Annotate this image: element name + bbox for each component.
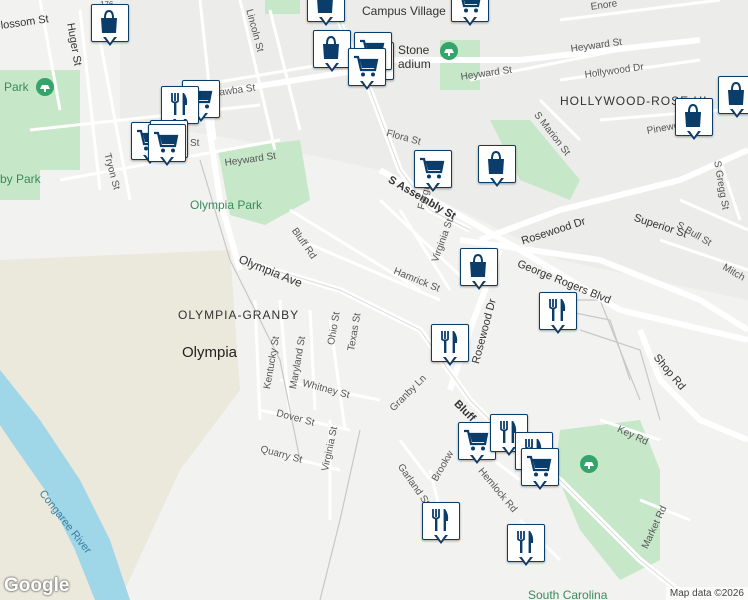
map-marker[interactable] [539, 292, 577, 338]
shopping-cart-icon [527, 455, 552, 477]
google-logo: Google [4, 575, 70, 596]
shopping-bag-icon [728, 81, 744, 105]
park-label: Olympia Park [190, 198, 263, 212]
shopping-cart-icon [420, 157, 445, 179]
map-marker[interactable] [478, 145, 516, 191]
map-marker[interactable] [148, 124, 186, 170]
place-label: South Carolina [528, 588, 608, 600]
shopping-bag-icon [488, 150, 504, 174]
neighborhood-label: OLYMPIA-GRANBY [178, 308, 300, 322]
map-marker[interactable] [422, 502, 460, 548]
map-attribution[interactable]: Map data ©2026 [665, 587, 748, 600]
map-marker[interactable] [348, 48, 386, 94]
place-label: Campus Village [362, 4, 446, 18]
park-label: Park [4, 80, 29, 94]
restaurant-icon [440, 331, 458, 353]
map-marker[interactable] [414, 150, 452, 196]
map-marker[interactable] [507, 524, 545, 570]
shopping-cart-icon [154, 131, 179, 153]
restaurant-icon [170, 93, 188, 115]
restaurant-icon [431, 509, 449, 531]
place-label: Stone [398, 43, 430, 57]
shopping-bag-icon [101, 9, 117, 33]
map-marker[interactable] [451, 0, 489, 30]
map-marker[interactable] [313, 30, 351, 76]
park-label: by Park [0, 172, 41, 186]
map-marker[interactable] [307, 0, 345, 30]
map-marker[interactable] [521, 448, 559, 494]
shopping-bag-icon [323, 35, 339, 59]
map-marker[interactable] [431, 324, 469, 370]
restaurant-icon [516, 531, 534, 553]
restaurant-icon [548, 299, 566, 321]
shopping-cart-icon [461, 0, 481, 13]
map-marker[interactable] [91, 4, 129, 50]
street-label: St [190, 138, 200, 149]
place-label: adium [398, 57, 431, 71]
shopping-bag-icon [470, 253, 486, 277]
park-icon [36, 78, 54, 96]
city-label: Olympia [182, 344, 238, 361]
map-canvas[interactable]: OLYMPIA-GRANBY Olympia HOLLYWOOD-ROSE HI… [0, 0, 748, 600]
shopping-bag-icon [685, 103, 701, 127]
map-marker[interactable] [460, 248, 498, 294]
shopping-bag-icon [317, 0, 333, 13]
shopping-cart-icon [354, 55, 379, 77]
shopping-cart-icon [464, 429, 489, 451]
park-icon [440, 42, 458, 60]
map-marker[interactable] [718, 76, 748, 122]
park-icon [580, 455, 598, 473]
map-marker[interactable] [675, 98, 713, 144]
